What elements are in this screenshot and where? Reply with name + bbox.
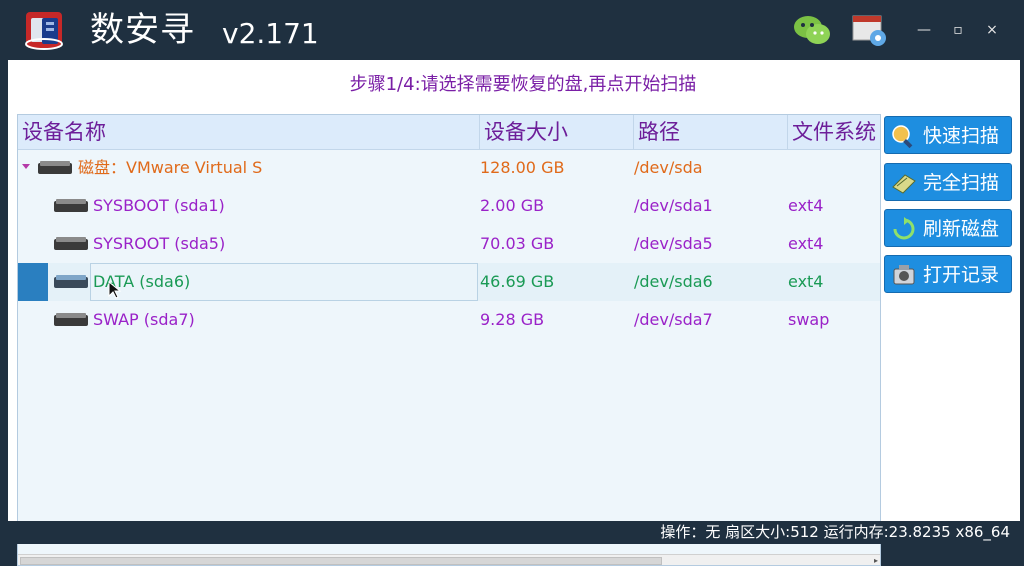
mouse-cursor-icon	[108, 281, 122, 299]
partition-icon	[54, 313, 88, 326]
table-row-selected[interactable]: DATA (sda6) 46.69 GB /dev/sda6 ext4	[18, 263, 880, 301]
partition-path: /dev/sda1	[634, 196, 713, 215]
title-bar: 数安寻 v2.171 — ▫ ×	[0, 0, 1024, 60]
disk-path: /dev/sda	[634, 158, 703, 177]
partition-icon	[54, 237, 88, 250]
full-scan-button[interactable]: 完全扫描	[884, 163, 1012, 201]
app-title: 数安寻	[90, 10, 195, 50]
table-row[interactable]: SYSBOOT (sda1) 2.00 GB /dev/sda1 ext4	[18, 187, 880, 225]
close-button[interactable]: ×	[980, 18, 1004, 42]
partition-fs: ext4	[788, 272, 824, 291]
partition-path: /dev/sda6	[634, 272, 713, 291]
disk-size: 128.00 GB	[480, 158, 565, 177]
record-icon	[893, 265, 915, 285]
wechat-icon[interactable]	[792, 12, 832, 48]
main-panel: 步骤1/4:请选择需要恢复的盘,再点开始扫描 设备名称 设备大小 路径 文件系统…	[8, 60, 1020, 566]
partition-icon	[54, 199, 88, 212]
column-header-size[interactable]: 设备大小	[480, 115, 634, 149]
app-version: v2.171	[222, 17, 319, 50]
partition-name: SYSBOOT (sda1)	[93, 196, 225, 215]
disk-name: 磁盘：VMware Virtual S	[78, 158, 263, 177]
partition-fs: ext4	[788, 234, 824, 253]
table-row[interactable]: SWAP (sda7) 9.28 GB /dev/sda7 swap	[18, 301, 880, 339]
quick-scan-icon	[892, 125, 913, 148]
partition-name: SWAP (sda7)	[93, 310, 195, 329]
app-logo-icon	[25, 12, 63, 50]
disk-icon	[38, 161, 72, 174]
column-header-name[interactable]: 设备名称	[18, 115, 480, 149]
partition-size: 70.03 GB	[480, 234, 555, 253]
step-title: 步骤1/4:请选择需要恢复的盘,再点开始扫描	[349, 74, 697, 95]
quick-scan-button[interactable]: 快速扫描	[884, 116, 1012, 154]
device-table: 设备名称 设备大小 路径 文件系统 磁盘：VMware Virtual S 12…	[17, 114, 881, 566]
partition-path: /dev/sda7	[634, 310, 713, 329]
refresh-icon	[893, 217, 915, 240]
table-row[interactable]: SYSROOT (sda5) 70.03 GB /dev/sda5 ext4	[18, 225, 880, 263]
selection-marker	[18, 263, 48, 301]
partition-name: SYSROOT (sda5)	[93, 234, 226, 253]
partition-size: 46.69 GB	[480, 272, 555, 291]
table-header: 设备名称 设备大小 路径 文件系统	[18, 115, 880, 150]
horizontal-scrollbar[interactable]: ▸	[18, 554, 880, 565]
status-text: 操作：无 扇区大小:512 运行内存:23.8235 x86_64	[660, 523, 1010, 541]
partition-icon	[54, 275, 88, 288]
settings-window-icon[interactable]	[850, 12, 890, 48]
open-record-button[interactable]: 打开记录	[884, 255, 1012, 293]
scroll-right-arrow-icon[interactable]: ▸	[874, 556, 878, 565]
table-row-disk[interactable]: 磁盘：VMware Virtual S 128.00 GB /dev/sda	[18, 149, 880, 187]
partition-size: 9.28 GB	[480, 310, 545, 329]
partition-path: /dev/sda5	[634, 234, 713, 253]
expand-arrow-icon[interactable]	[22, 164, 30, 169]
status-bar: 操作：无 扇区大小:512 运行内存:23.8235 x86_64	[0, 521, 1024, 544]
column-header-path[interactable]: 路径	[634, 115, 788, 149]
scrollbar-thumb[interactable]	[20, 557, 662, 565]
maximize-button[interactable]: ▫	[946, 18, 970, 42]
partition-fs: swap	[788, 310, 830, 329]
minimize-button[interactable]: —	[912, 18, 936, 42]
partition-fs: ext4	[788, 196, 824, 215]
full-scan-icon	[892, 174, 916, 194]
partition-size: 2.00 GB	[480, 196, 545, 215]
refresh-disk-button[interactable]: 刷新磁盘	[884, 209, 1012, 247]
column-header-fs[interactable]: 文件系统	[788, 115, 880, 149]
